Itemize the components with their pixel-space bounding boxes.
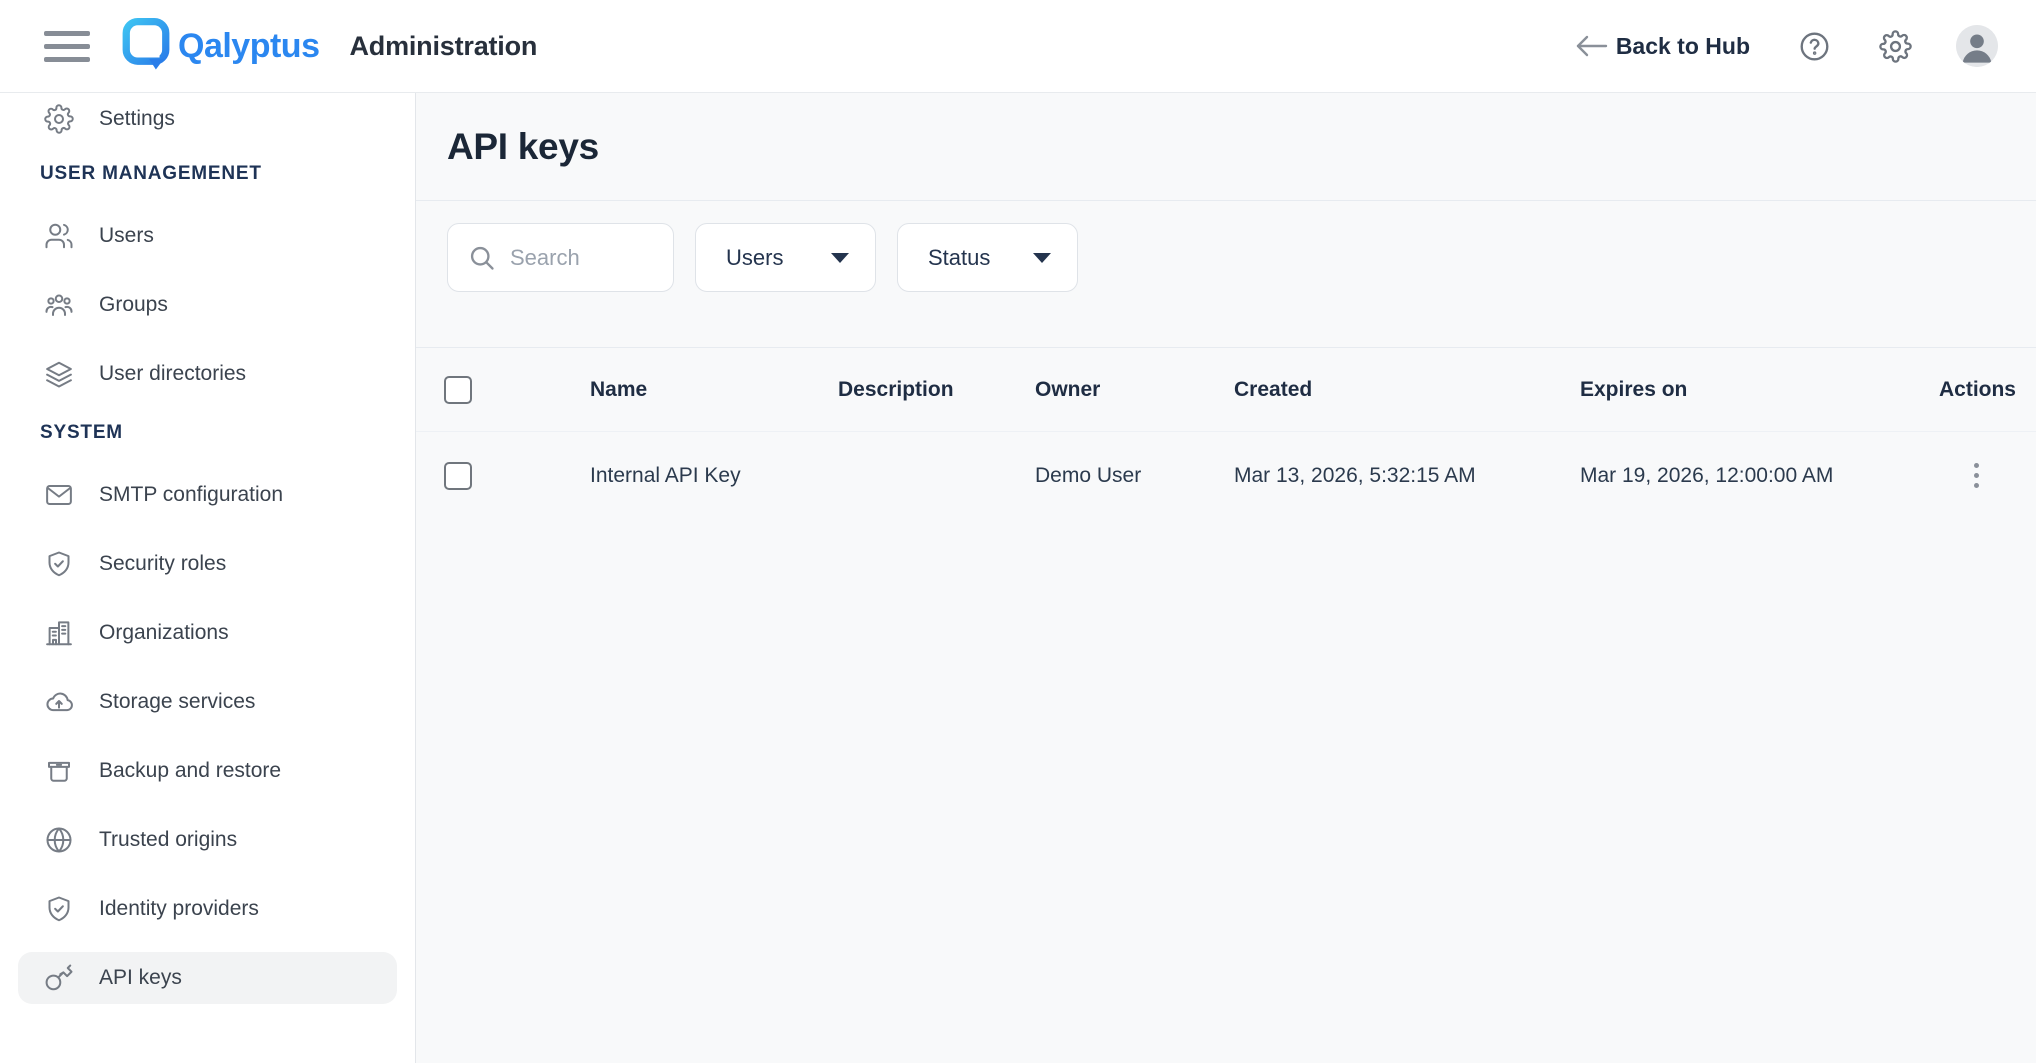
page-title: API keys	[447, 126, 599, 168]
sidebar-item-security-roles[interactable]: Security roles	[18, 538, 397, 590]
person-icon	[1956, 25, 1998, 67]
chevron-down-icon	[831, 253, 849, 263]
menu-icon[interactable]	[44, 28, 90, 64]
layers-icon	[44, 359, 74, 389]
cell-name: Internal API Key	[590, 464, 838, 488]
sidebar-item-smtp-configuration[interactable]: SMTP configuration	[18, 469, 397, 521]
sidebar-item-label: SMTP configuration	[99, 483, 283, 507]
top-header: Qalyptus Administration Back to Hub	[0, 0, 2036, 93]
page-app-title: Administration	[349, 31, 537, 62]
qalyptus-logo-icon	[120, 16, 172, 76]
row-checkbox[interactable]	[444, 462, 472, 490]
sidebar-item-label: User directories	[99, 362, 246, 386]
sidebar-item-api-keys[interactable]: API keys	[18, 952, 397, 1004]
sidebar-item-label: API keys	[99, 966, 182, 990]
users-filter-label: Users	[726, 245, 783, 271]
building-icon	[44, 618, 74, 648]
sidebar-item-label: Identity providers	[99, 897, 259, 921]
back-to-hub-button[interactable]: Back to Hub	[1574, 33, 1750, 60]
select-all-checkbox[interactable]	[444, 376, 472, 404]
sidebar-section-user-management: USER MANAGEMENET	[0, 163, 415, 183]
shield-check-icon	[44, 549, 74, 579]
sidebar-item-label: Users	[99, 224, 154, 248]
sidebar-item-user-directories[interactable]: User directories	[18, 348, 397, 400]
users-filter-dropdown[interactable]: Users	[695, 223, 876, 292]
cell-expires: Mar 19, 2026, 12:00:00 AM	[1580, 464, 1924, 488]
search-icon	[468, 244, 496, 272]
filter-bar: Users Status	[416, 201, 2036, 314]
column-header-created: Created	[1234, 378, 1580, 402]
user-avatar[interactable]	[1956, 25, 1998, 67]
cloud-upload-icon	[44, 687, 74, 717]
gear-icon	[44, 104, 74, 134]
users-icon	[44, 221, 74, 251]
sidebar-item-trusted-origins[interactable]: Trusted origins	[18, 814, 397, 866]
column-header-owner: Owner	[1035, 378, 1234, 402]
sidebar-item-backup-and-restore[interactable]: Backup and restore	[18, 745, 397, 797]
cell-owner: Demo User	[1035, 464, 1234, 488]
table-row: Internal API Key Demo User Mar 13, 2026,…	[416, 432, 2036, 519]
search-input[interactable]	[510, 245, 655, 271]
sidebar-item-groups[interactable]: Groups	[18, 279, 397, 331]
key-icon	[44, 963, 74, 993]
sidebar-item-label: Trusted origins	[99, 828, 237, 852]
sidebar-item-label: Organizations	[99, 621, 229, 645]
archive-box-icon	[44, 756, 74, 786]
sidebar-item-label: Storage services	[99, 690, 255, 714]
column-header-actions: Actions	[1936, 378, 2016, 402]
column-header-description: Description	[838, 378, 1035, 402]
sidebar-section-system: SYSTEM	[0, 422, 415, 442]
arrow-left-icon	[1574, 34, 1608, 58]
status-filter-label: Status	[928, 245, 990, 271]
sidebar: Settings USER MANAGEMENET Users Groups	[0, 93, 416, 1063]
column-header-expires: Expires on	[1580, 378, 1924, 402]
sidebar-item-identity-providers[interactable]: Identity providers	[18, 883, 397, 935]
gear-icon	[1879, 30, 1912, 63]
page-header: API keys	[416, 93, 2036, 201]
brand-logo: Qalyptus	[120, 16, 319, 76]
sidebar-item-label: Backup and restore	[99, 759, 281, 783]
column-header-name: Name	[590, 378, 838, 402]
shield-check-icon	[44, 894, 74, 924]
sidebar-item-users[interactable]: Users	[18, 210, 397, 262]
cell-created: Mar 13, 2026, 5:32:15 AM	[1234, 464, 1580, 488]
globe-icon	[44, 825, 74, 855]
help-button[interactable]	[1798, 30, 1831, 63]
envelope-icon	[44, 480, 74, 510]
search-box	[447, 223, 674, 292]
back-to-hub-label: Back to Hub	[1616, 33, 1750, 60]
brand-name: Qalyptus	[178, 27, 319, 66]
sidebar-item-label: Groups	[99, 293, 168, 317]
sidebar-item-storage-services[interactable]: Storage services	[18, 676, 397, 728]
api-keys-table: Name Description Owner Created Expires o…	[416, 347, 2036, 519]
table-header-row: Name Description Owner Created Expires o…	[416, 347, 2036, 432]
main-content: API keys Users Status	[416, 93, 2036, 1063]
sidebar-item-organizations[interactable]: Organizations	[18, 607, 397, 659]
settings-gear-button[interactable]	[1879, 30, 1912, 63]
groups-icon	[44, 290, 74, 320]
sidebar-item-label: Security roles	[99, 552, 226, 576]
sidebar-item-label: Settings	[99, 107, 175, 131]
status-filter-dropdown[interactable]: Status	[897, 223, 1078, 292]
question-icon	[1798, 30, 1831, 63]
app-window: Qalyptus Administration Back to Hub	[0, 0, 2036, 1063]
chevron-down-icon	[1033, 253, 1051, 263]
sidebar-item-settings[interactable]: Settings	[18, 93, 397, 145]
row-actions-kebab-menu[interactable]	[1968, 457, 1985, 494]
